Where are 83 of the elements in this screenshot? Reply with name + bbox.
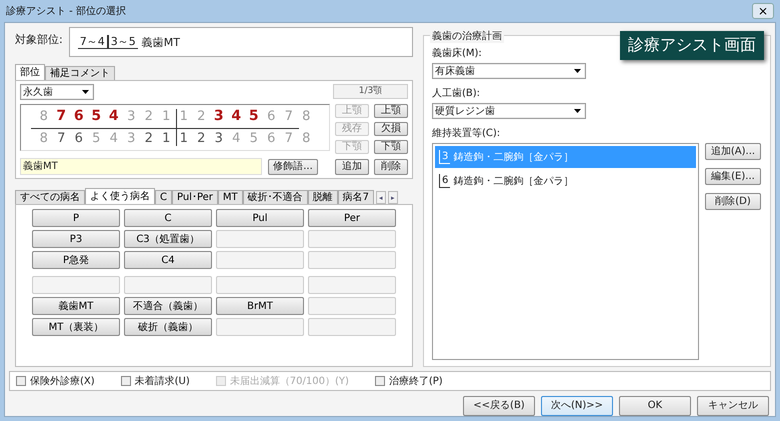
denture-base-dropdown[interactable]: 有床義歯: [432, 63, 586, 79]
target-text: 義歯MT: [142, 34, 180, 50]
tooth-number[interactable]: 1: [159, 131, 174, 146]
checkbox-label: 未着請求(U): [134, 374, 190, 388]
tab[interactable]: Pul･Per: [172, 190, 218, 204]
item-text: 鋳造鉤・二腕鉤［金パラ］: [453, 150, 574, 164]
tab[interactable]: 病名7: [338, 190, 374, 204]
disease-button[interactable]: 破折（義歯）: [124, 318, 212, 336]
tooth-number[interactable]: 5: [89, 108, 104, 124]
tooth-number[interactable]: 6: [72, 131, 86, 146]
retainer-list[interactable]: 3 鋳造鉤・二腕鉤［金パラ］ 6 鋳造鉤・二腕鉤［金パラ］: [432, 143, 699, 360]
tooth-number[interactable]: 7: [54, 108, 68, 124]
close-button[interactable]: ×: [752, 3, 774, 19]
tooth-number[interactable]: 7: [54, 131, 68, 146]
dentition-dropdown[interactable]: 永久歯: [20, 84, 94, 100]
tab[interactable]: よく使う病名: [85, 188, 155, 204]
tooth-number[interactable]: 4: [106, 108, 121, 124]
disease-button[interactable]: P: [32, 209, 120, 227]
caret-icon: [82, 90, 89, 94]
tooth-number[interactable]: 2: [142, 131, 156, 146]
disease-field[interactable]: 義歯MT: [20, 158, 262, 175]
tooth-number[interactable]: 1: [176, 131, 191, 146]
disease-button[interactable]: 不適合（義歯）: [124, 297, 212, 315]
caret-icon: [574, 69, 581, 73]
jaw-button[interactable]: 欠損: [374, 122, 408, 136]
disease-button[interactable]: P3: [32, 230, 120, 248]
modifier-button[interactable]: 修飾語...: [268, 158, 318, 174]
checkbox-label: 保険外診療(X): [30, 374, 95, 388]
action-button[interactable]: 追加: [335, 158, 369, 174]
tab[interactable]: 脱離: [308, 190, 338, 204]
tab[interactable]: すべての病名: [15, 190, 85, 204]
jaw-button[interactable]: 下顎: [374, 140, 408, 154]
disease-button[interactable]: BrMT: [216, 297, 304, 315]
tooth-notation: 3: [439, 150, 450, 164]
tooth-number[interactable]: 6: [72, 108, 86, 124]
target-label: 対象部位:: [15, 32, 63, 48]
field-label: 維持装置等(C):: [432, 126, 502, 140]
checkbox[interactable]: [120, 376, 131, 386]
tab[interactable]: 補足コメント: [45, 66, 115, 80]
disease-button[interactable]: C4: [124, 251, 212, 269]
checkbox-label: 未届出減算（70/100）(Y): [230, 374, 349, 388]
tab[interactable]: C: [155, 190, 172, 204]
disease-button[interactable]: P急発: [32, 251, 120, 269]
tooth-notation: 3～5: [108, 35, 138, 49]
artificial-teeth-dropdown[interactable]: 硬質レジン歯: [432, 103, 586, 119]
list-item[interactable]: 6 鋳造鉤・二腕鉤［金パラ］: [435, 170, 696, 192]
tab[interactable]: 部位: [15, 64, 45, 80]
action-button[interactable]: 編集(E)...: [705, 168, 761, 185]
checkbox-label: 治療終了(P): [388, 374, 443, 388]
disease-button[interactable]: Per: [308, 209, 396, 227]
dialog-button[interactable]: OK: [619, 396, 691, 416]
caret-icon: [574, 109, 581, 113]
dialog-button[interactable]: キャンセル: [697, 396, 769, 416]
dialog-button[interactable]: 次へ(N)>>: [541, 396, 613, 416]
tab[interactable]: MT: [218, 190, 243, 204]
target-field[interactable]: 7～4 3～5 義歯MT: [68, 27, 413, 57]
tab[interactable]: 破折･不適合: [242, 190, 308, 204]
tooth-number[interactable]: 2: [194, 131, 208, 146]
disease-button[interactable]: MT（裏装）: [32, 318, 120, 336]
disease-button[interactable]: Pul: [216, 209, 304, 227]
checkbox[interactable]: [374, 376, 385, 386]
tooth-number[interactable]: 3: [212, 131, 226, 146]
tooth-number[interactable]: 4: [229, 108, 244, 124]
jaw-button[interactable]: 上顎: [374, 104, 408, 118]
action-button[interactable]: 削除(D): [705, 193, 761, 210]
tooth-notation: 6: [439, 174, 450, 188]
window-title: 診療アシスト - 部位の選択: [6, 4, 126, 18]
action-button[interactable]: 追加(A)...: [705, 143, 761, 160]
field-label: 義歯床(M):: [432, 46, 483, 60]
disease-button[interactable]: 義歯MT: [32, 297, 120, 315]
jaw-label: 1/3顎: [333, 84, 408, 99]
action-button[interactable]: 削除: [374, 158, 408, 174]
disease-button[interactable]: C: [124, 209, 212, 227]
tooth-notation: 7～4: [78, 35, 108, 49]
tooth-number[interactable]: 3: [212, 108, 226, 124]
caption-badge: 診療アシスト画面: [620, 31, 764, 60]
tooth-number[interactable]: 5: [246, 108, 261, 124]
checkbox[interactable]: [16, 376, 26, 386]
disease-button[interactable]: C3（処置歯）: [124, 230, 212, 248]
item-text: 鋳造鉤・二腕鉤［金パラ］: [453, 174, 574, 188]
field-label: 人工歯(B):: [432, 86, 482, 100]
group-title: 義歯の治療計画: [430, 29, 504, 43]
dialog-button[interactable]: <<戻る(B): [463, 396, 535, 416]
